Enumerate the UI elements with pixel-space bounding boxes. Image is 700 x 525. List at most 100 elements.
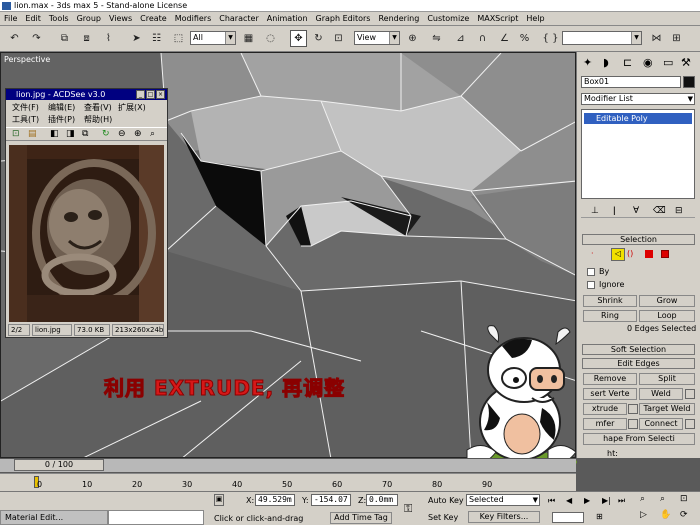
ring-button[interactable]: Ring: [583, 310, 637, 322]
extrude-button[interactable]: xtrude: [583, 403, 627, 415]
select-by-color-icon[interactable]: ▦: [240, 30, 257, 47]
undo-icon[interactable]: ↶: [6, 30, 23, 47]
key-icon[interactable]: ⚿: [404, 502, 412, 516]
display-tab-icon[interactable]: ▭: [663, 56, 673, 69]
maxscript-listener[interactable]: [108, 510, 204, 525]
make-unique-icon[interactable]: ∀: [633, 206, 639, 216]
window-crossing-icon[interactable]: ◌: [262, 30, 279, 47]
modifier-stack-item[interactable]: Editable Poly: [584, 113, 692, 124]
select-by-name-icon[interactable]: ☷: [148, 30, 165, 47]
close-icon[interactable]: ×: [156, 90, 165, 99]
folder-icon[interactable]: ▤: [28, 129, 37, 139]
weld-button[interactable]: Weld: [639, 388, 683, 400]
current-frame-field[interactable]: [552, 512, 584, 523]
percent-snap-icon[interactable]: %: [516, 30, 533, 47]
zoom-in-icon[interactable]: ⊕: [134, 129, 142, 139]
border-mode-icon[interactable]: (): [627, 249, 633, 258]
selection-region-icon[interactable]: ⬚: [170, 30, 187, 47]
menu-help[interactable]: Help: [522, 12, 548, 26]
utilities-tab-icon[interactable]: ⚒: [681, 56, 691, 69]
align-icon[interactable]: ⊿: [452, 30, 469, 47]
y-coordinate-field[interactable]: -154.07: [311, 494, 351, 506]
show-end-result-icon[interactable]: ǀ: [613, 206, 616, 216]
chamfer-button[interactable]: mfer: [583, 418, 627, 430]
selection-filter-dropdown[interactable]: All ▼: [190, 31, 236, 45]
viewport-label[interactable]: Perspective: [4, 55, 50, 64]
prev-frame-icon[interactable]: ◀: [566, 496, 572, 505]
snap-icon[interactable]: ∩: [474, 30, 491, 47]
select-object-icon[interactable]: ➤: [128, 30, 145, 47]
menu-file[interactable]: File: [0, 12, 21, 26]
z-coordinate-field[interactable]: 0.0mm: [366, 494, 398, 506]
edge-mode-icon[interactable]: ◁: [611, 248, 625, 261]
create-shape-from-selection-button[interactable]: hape From Selecti: [583, 433, 695, 445]
menu-graph-editors[interactable]: Graph Editors: [312, 12, 375, 26]
acdsee-menu-edit[interactable]: 编辑(E): [48, 102, 75, 113]
lock-selection-icon[interactable]: ▣: [214, 494, 224, 506]
selection-rollout-header[interactable]: Selection: [582, 234, 695, 245]
reference-coord-dropdown[interactable]: View ▼: [354, 31, 400, 45]
zoom-all-icon[interactable]: ⌕: [660, 494, 665, 504]
select-and-move-icon[interactable]: ✥: [290, 30, 307, 47]
prev-icon[interactable]: ◧: [50, 129, 59, 139]
vertex-mode-icon[interactable]: ·: [591, 249, 601, 260]
angle-snap-icon[interactable]: ∠: [496, 30, 513, 47]
acdsee-menu-extend[interactable]: 扩展(X): [118, 102, 146, 113]
key-mode-dropdown[interactable]: Selected ▼: [466, 494, 540, 506]
menu-tools[interactable]: Tools: [45, 12, 73, 26]
browse-icon[interactable]: ⊡: [12, 129, 20, 139]
pin-stack-icon[interactable]: ⊥: [591, 206, 599, 216]
ignore-backfacing-checkbox[interactable]: [587, 281, 595, 289]
unlink-icon[interactable]: ⧈: [78, 30, 95, 47]
menu-group[interactable]: Group: [73, 12, 105, 26]
connect-settings-button[interactable]: [685, 419, 695, 429]
next-icon[interactable]: ◨: [66, 129, 75, 139]
maximize-icon[interactable]: □: [146, 90, 155, 99]
curly-braces-icon[interactable]: { }: [542, 30, 559, 47]
next-frame-icon[interactable]: ▶|: [602, 496, 611, 505]
material-editor-taskbar-button[interactable]: Material Edit...: [0, 510, 108, 525]
menu-views[interactable]: Views: [105, 12, 136, 26]
remove-modifier-icon[interactable]: ⌫: [653, 206, 666, 216]
acdsee-window[interactable]: lion.jpg - ACDSee v3.0 _ □ × 文件(F) 编辑(E)…: [5, 88, 168, 338]
minimize-icon[interactable]: _: [136, 90, 145, 99]
hierarchy-tab-icon[interactable]: ⊏: [623, 56, 632, 69]
soft-selection-rollout[interactable]: Soft Selection: [582, 344, 695, 355]
pivot-center-icon[interactable]: ⊕: [404, 30, 421, 47]
insert-vertex-button[interactable]: sert Verte: [583, 388, 637, 400]
element-mode-icon[interactable]: [661, 250, 669, 258]
weld-settings-button[interactable]: [685, 389, 695, 399]
modifier-list-dropdown[interactable]: Modifier List ▼: [581, 93, 695, 105]
align-tool-icon[interactable]: ⊞: [668, 30, 685, 47]
acdsee-menu-tools[interactable]: 工具(T): [12, 114, 39, 125]
shrink-button[interactable]: Shrink: [583, 295, 637, 307]
loop-button[interactable]: Loop: [639, 310, 695, 322]
pan-icon[interactable]: ✋: [660, 510, 671, 520]
key-filters-button[interactable]: Key Filters...: [468, 511, 540, 523]
go-to-start-icon[interactable]: ⏮: [548, 496, 555, 506]
slideshow-icon[interactable]: ⧉: [82, 129, 88, 139]
grow-button[interactable]: Grow: [639, 295, 695, 307]
select-and-scale-icon[interactable]: ⊡: [330, 30, 347, 47]
zoom-fit-icon[interactable]: ⌕: [150, 129, 155, 139]
motion-tab-icon[interactable]: ◉: [643, 56, 653, 69]
track-bar[interactable]: 0 10 20 30 40 50 60 70 80 90: [0, 473, 576, 491]
edit-edges-rollout[interactable]: Edit Edges: [582, 358, 695, 369]
menu-rendering[interactable]: Rendering: [374, 12, 423, 26]
remove-button[interactable]: Remove: [583, 373, 637, 385]
bind-space-warp-icon[interactable]: ⌇: [100, 30, 117, 47]
menu-maxscript[interactable]: MAXScript: [473, 12, 522, 26]
acdsee-menu-plugins[interactable]: 插件(P): [48, 114, 75, 125]
acdsee-menu-file[interactable]: 文件(F): [12, 102, 39, 113]
object-name-field[interactable]: Box01: [581, 76, 681, 88]
configure-sets-icon[interactable]: ⊟: [675, 206, 683, 216]
menu-character[interactable]: Character: [215, 12, 263, 26]
menu-customize[interactable]: Customize: [423, 12, 473, 26]
auto-key-button[interactable]: Auto Key: [428, 496, 464, 505]
select-and-rotate-icon[interactable]: ↻: [310, 30, 327, 47]
acdsee-menu-help[interactable]: 帮助(H): [84, 114, 112, 125]
time-config-icon[interactable]: ⊞: [596, 512, 603, 521]
set-key-button[interactable]: Set Key: [428, 513, 458, 522]
by-vertex-checkbox[interactable]: [587, 268, 595, 276]
polygon-mode-icon[interactable]: [645, 250, 653, 258]
